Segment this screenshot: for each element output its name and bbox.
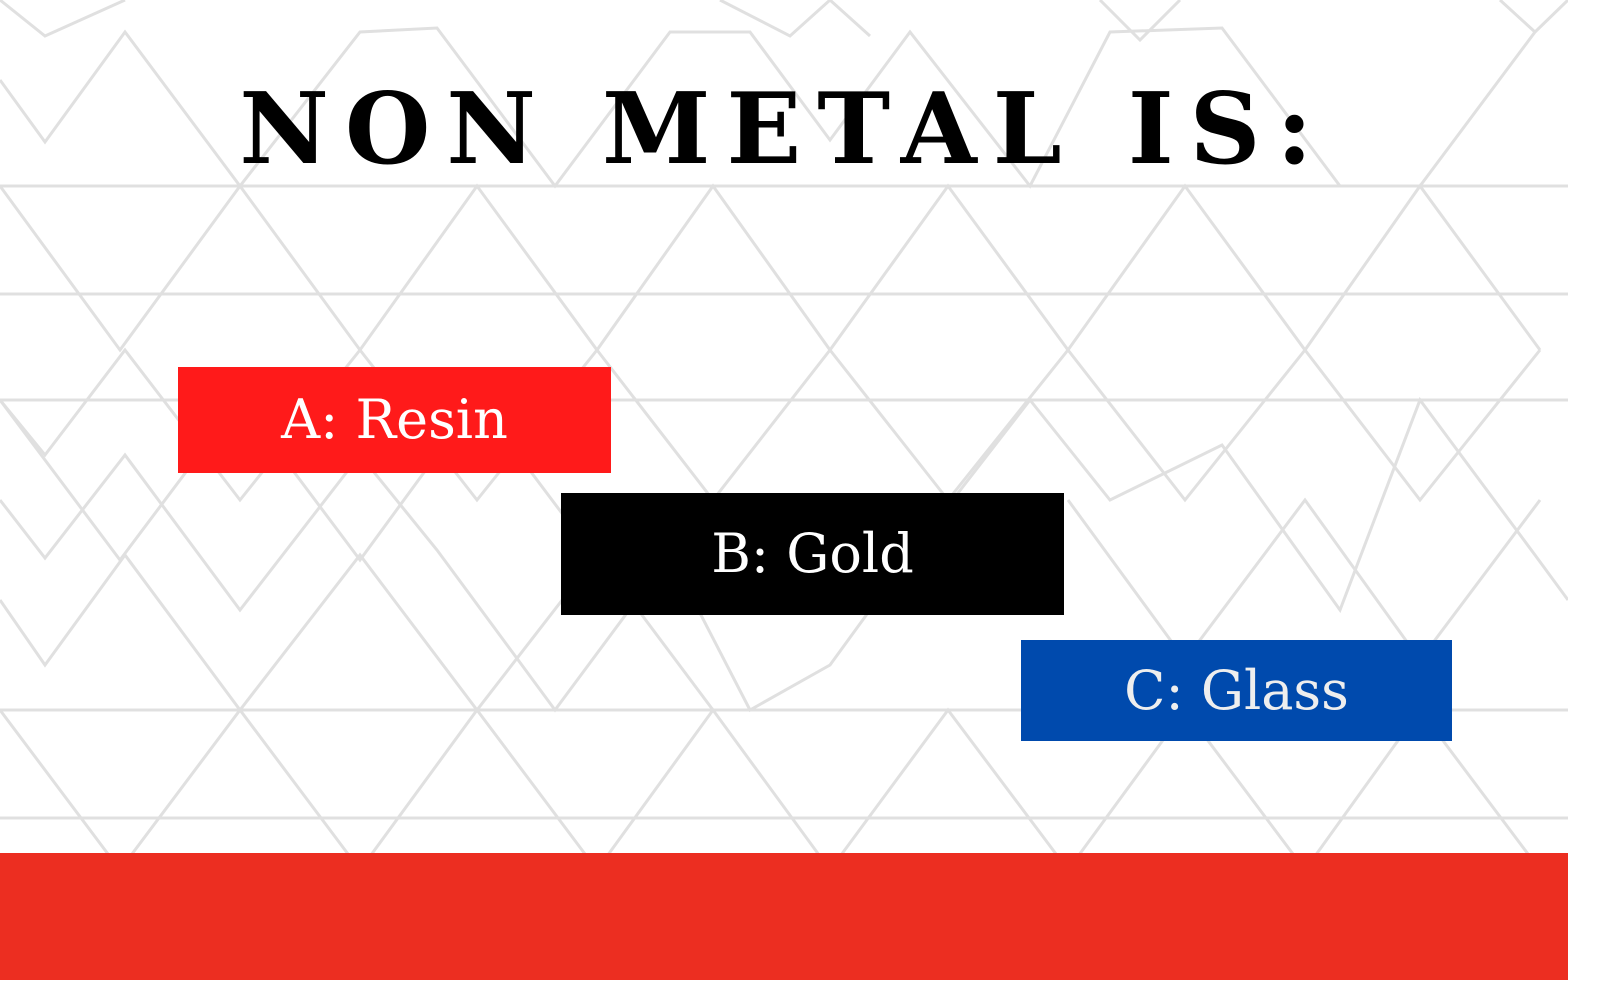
answer-option-c-label: C: Glass <box>1124 658 1349 722</box>
answer-option-a-label: A: Resin <box>281 388 508 451</box>
quiz-slide: NON METAL IS: A: Resin B: Gold C: Glass <box>0 0 1568 980</box>
question-title: NON METAL IS: <box>239 72 1329 187</box>
answer-option-b-label: B: Gold <box>711 522 914 585</box>
footer-bar <box>0 853 1568 980</box>
answer-option-c[interactable]: C: Glass <box>1021 640 1452 741</box>
answer-option-a[interactable]: A: Resin <box>178 367 611 473</box>
answer-option-b[interactable]: B: Gold <box>561 493 1064 615</box>
